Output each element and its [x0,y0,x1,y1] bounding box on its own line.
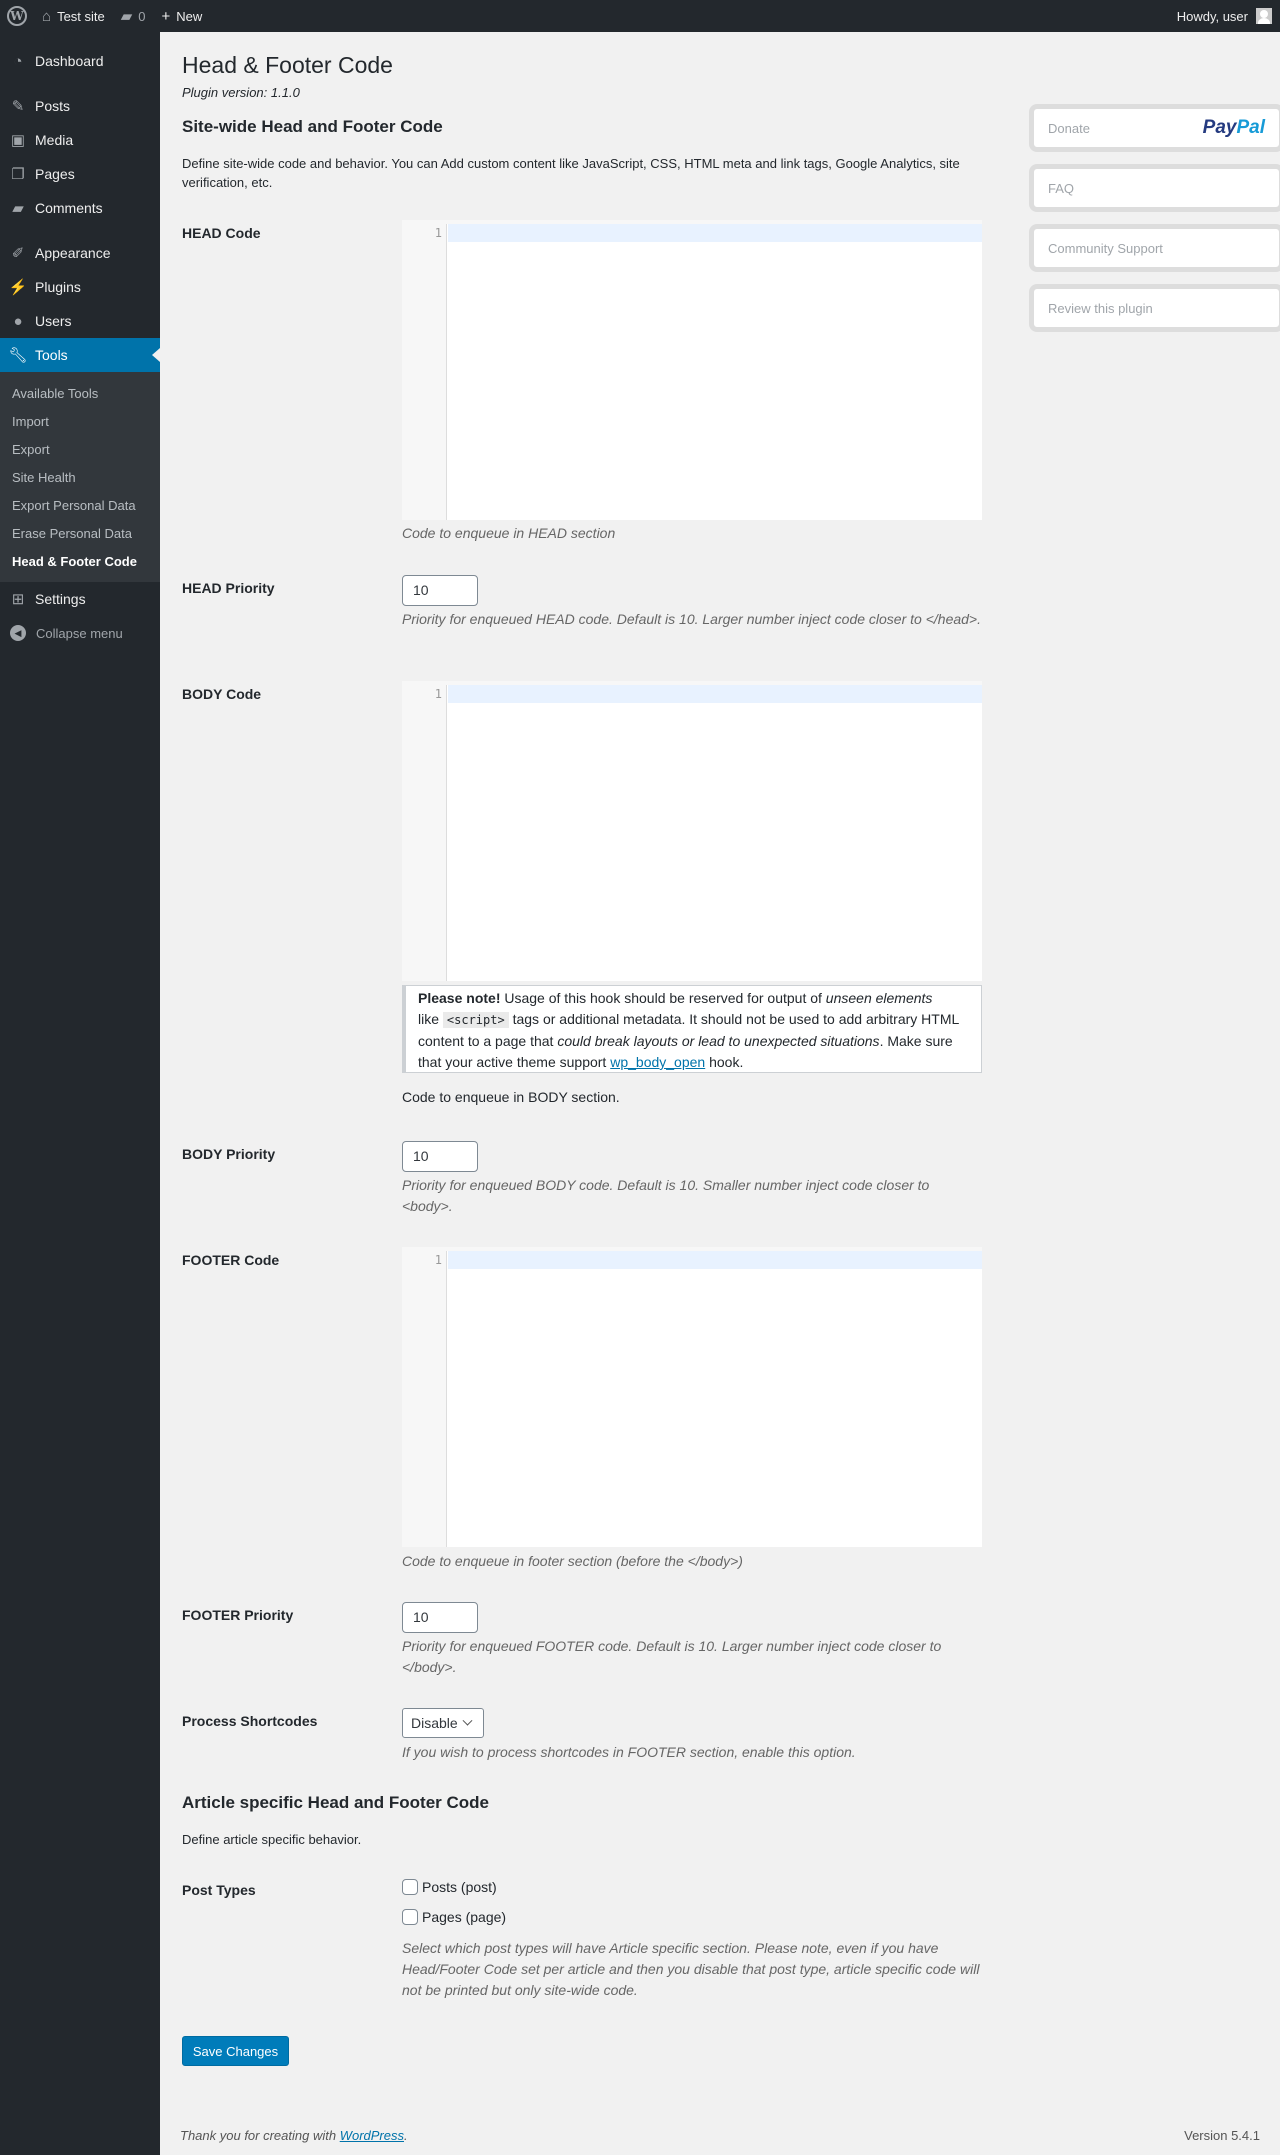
submenu-item-available-tools[interactable]: Available Tools [0,379,160,407]
checkbox[interactable] [402,1909,418,1925]
sidebar-item-plugins[interactable]: ⚡ Plugins [0,270,160,304]
checkbox[interactable] [402,1879,418,1895]
head-code-help: Code to enqueue in HEAD section [402,525,616,541]
article-description: Define article specific behavior. [182,1832,362,1847]
notice-strong: Please note! [418,990,501,1006]
comments-link[interactable]: ▰ 0 [113,0,154,32]
tools-submenu: Available Tools Import Export Site Healt… [0,372,160,582]
article-heading: Article specific Head and Footer Code [182,1793,490,1812]
home-icon: ⌂ [42,7,52,25]
body-priority-help: Priority for enqueued BODY code. Default… [402,1177,930,1214]
media-icon: ▣ [10,132,26,149]
line-number: 1 [434,226,442,240]
faq-box[interactable]: FAQ [1029,164,1280,212]
sitewide-heading: Site-wide Head and Footer Code [182,117,443,136]
post-type-posts-checkbox[interactable]: Posts (post) [402,1879,497,1895]
sidebar-item-tools[interactable]: 🔧︎ Tools [0,338,160,372]
submenu-item-export-personal-data[interactable]: Export Personal Data [0,491,160,519]
shortcodes-help: If you wish to process shortcodes in FOO… [402,1744,856,1760]
comments-icon: ▰ [12,200,24,217]
community-support-box[interactable]: Community Support [1029,224,1280,272]
donate-box[interactable]: Donate PayPal [1029,104,1280,152]
shortcodes-label: Process Shortcodes [182,1713,318,1729]
brush-icon: ✐ [11,245,25,262]
comment-bubble-icon: ▰ [120,8,133,25]
submenu-item-erase-personal-data[interactable]: Erase Personal Data [0,519,160,547]
sidebar-item-appearance[interactable]: ✐ Appearance [0,236,160,270]
plug-icon: ⚡ [8,279,28,296]
user-account-menu[interactable]: Howdy, user [1169,0,1280,32]
sitewide-description: Define site-wide code and behavior. You … [182,156,960,190]
submenu-item-import[interactable]: Import [0,407,160,435]
footer-priority-label: FOOTER Priority [182,1607,294,1623]
pin-icon: ✎ [11,98,25,115]
sidebar-item-pages[interactable]: ❐ Pages [0,157,160,191]
collapse-menu-button[interactable]: ◀ Collapse menu [0,616,160,650]
body-code-help: Code to enqueue in BODY section. [402,1089,620,1105]
chevron-down-icon [462,1715,473,1726]
post-types-label: Post Types [182,1882,256,1898]
pages-icon: ❐ [11,166,25,183]
footer-priority-help: Priority for enqueued FOOTER code. Defau… [402,1638,942,1675]
dashboard-icon: ◔ [13,52,23,70]
avatar [1256,8,1272,24]
sidebar-item-dashboard[interactable]: ◔ Dashboard [0,44,160,78]
submenu-item-export[interactable]: Export [0,435,160,463]
users-icon: ● [13,312,23,330]
post-types-help: Select which post types will have Articl… [402,1940,980,1998]
line-number: 1 [434,687,442,701]
comments-count: 0 [138,8,146,24]
footer-priority-input[interactable]: 10 [402,1602,478,1633]
save-changes-button[interactable]: Save Changes [182,2036,289,2066]
active-line [448,685,982,703]
line-gutter: 1 [402,1251,447,1547]
active-line [448,1251,982,1269]
new-content-link[interactable]: + New [154,0,211,32]
site-name-link[interactable]: ⌂ Test site [34,0,113,32]
sidebar-item-settings[interactable]: ⊞ Settings [0,582,160,616]
line-gutter: 1 [402,224,447,520]
sidebar-item-posts[interactable]: ✎ Posts [0,89,160,123]
body-priority-input[interactable]: 10 [402,1141,478,1172]
head-priority-help: Priority for enqueued HEAD code. Default… [402,611,981,627]
line-gutter: 1 [402,685,447,981]
footer-thanks: Thank you for creating with WordPress. [180,2128,408,2143]
active-line [448,224,982,242]
wordpress-link[interactable]: WordPress [340,2128,404,2143]
footer-code-label: FOOTER Code [182,1252,280,1268]
head-priority-input[interactable]: 10 [402,575,478,606]
head-code-editor[interactable]: 1 [402,220,982,520]
script-tag-code: <script> [442,1012,509,1028]
admin-sidebar: ◔ Dashboard ✎ Posts ▣ Media ❐ Pages ▰ Comment… [0,32,160,2155]
settings-icon: ⊞ [11,591,25,608]
sidebar-item-users[interactable]: ● Users [0,304,160,338]
body-hook-notice: Please note! Usage of this hook should b… [402,985,982,1073]
page-title: Head & Footer Code [182,52,393,78]
wp-body-open-link[interactable]: wp_body_open [610,1054,705,1070]
sidebar-item-comments[interactable]: ▰ Comments [0,191,160,225]
body-priority-label: BODY Priority [182,1146,276,1162]
body-code-editor[interactable]: 1 [402,681,982,981]
plugin-version: Plugin version: 1.1.0 [182,85,300,100]
sidebar-item-media[interactable]: ▣ Media [0,123,160,157]
wordpress-logo-icon[interactable]: W [0,0,34,32]
collapse-arrow-icon: ◀ [10,625,26,641]
submenu-item-head-footer-code[interactable]: Head & Footer Code [0,547,160,575]
submenu-item-site-health[interactable]: Site Health [0,463,160,491]
plus-icon: + [161,7,171,25]
post-type-pages-checkbox[interactable]: Pages (page) [402,1909,506,1925]
shortcodes-select[interactable]: Disable [402,1708,484,1738]
body-code-label: BODY Code [182,686,262,702]
wrench-icon: 🔧︎ [8,347,28,364]
footer-version: Version 5.4.1 [1184,2128,1260,2143]
line-number: 1 [434,1253,442,1267]
footer-code-help: Code to enqueue in footer section (befor… [402,1553,743,1569]
head-priority-label: HEAD Priority [182,580,275,596]
review-plugin-box[interactable]: Review this plugin [1029,284,1280,332]
footer-code-editor[interactable]: 1 [402,1247,982,1547]
admin-bar: W ⌂ Test site ▰ 0 + New Howdy, user [0,0,1280,32]
paypal-logo-icon: PayPal [1202,117,1265,138]
head-code-label: HEAD Code [182,225,261,241]
